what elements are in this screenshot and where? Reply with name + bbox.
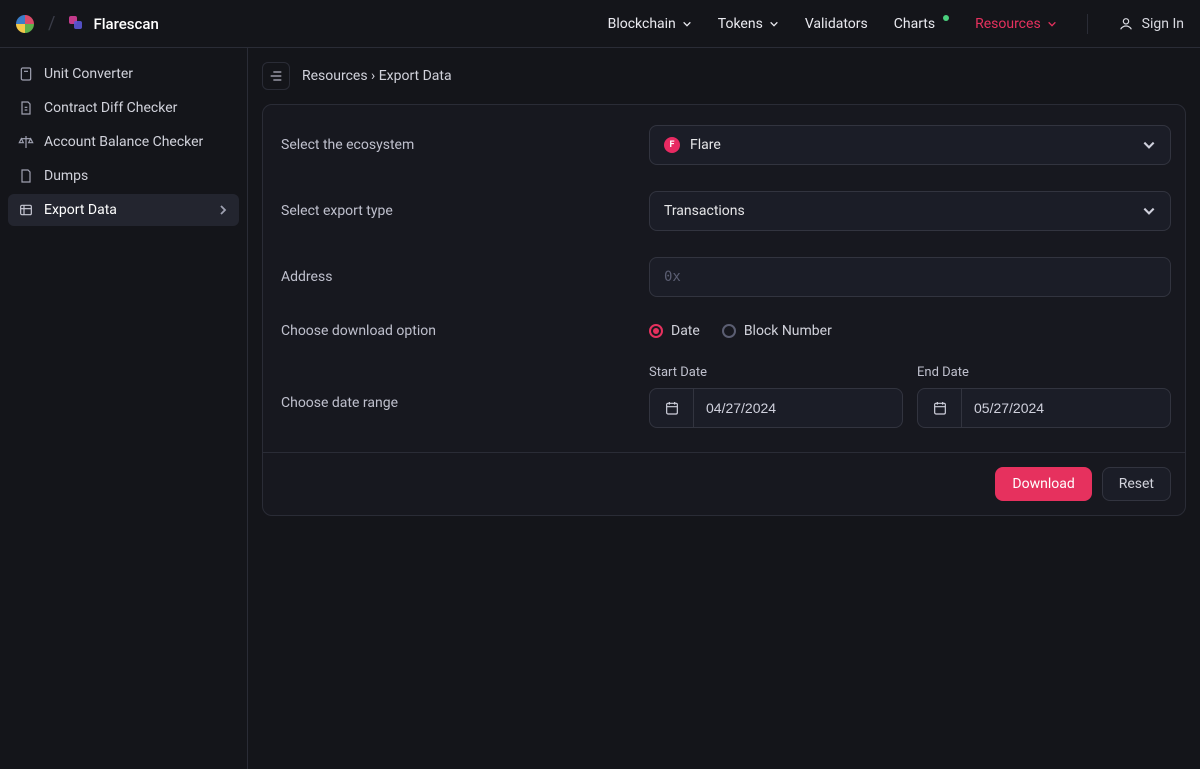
- status-dot-icon: [943, 15, 949, 21]
- brand[interactable]: Flarescan: [69, 15, 158, 33]
- sidebar-item-label: Account Balance Checker: [44, 134, 203, 150]
- ecosystem-value: Flare: [690, 137, 721, 153]
- file-icon: [18, 168, 34, 184]
- calendar-icon: [918, 389, 962, 427]
- download-button-label: Download: [1012, 476, 1074, 492]
- flarescan-icon: [69, 16, 85, 32]
- date-range-label: Choose date range: [277, 365, 649, 411]
- sidebar-item-contract-diff[interactable]: Contract Diff Checker: [8, 92, 239, 124]
- brand-name: Flarescan: [93, 15, 158, 33]
- sidebar-item-label: Contract Diff Checker: [44, 100, 177, 116]
- address-label: Address: [277, 269, 649, 285]
- end-date-input[interactable]: [917, 388, 1171, 428]
- nav-blockchain[interactable]: Blockchain: [608, 16, 692, 32]
- nav-charts-label: Charts: [894, 16, 935, 32]
- radio-icon: [649, 324, 663, 338]
- chevron-down-icon: [682, 19, 692, 29]
- breadcrumb-toggle-button[interactable]: [262, 62, 290, 90]
- start-date-label: Start Date: [649, 365, 903, 380]
- breadcrumb: Resources › Export Data: [302, 68, 452, 84]
- chevron-down-icon: [1142, 204, 1156, 218]
- slash-divider: /: [48, 13, 55, 34]
- nav-validators[interactable]: Validators: [805, 16, 868, 32]
- flare-icon: F: [664, 137, 680, 153]
- file-diff-icon: [18, 100, 34, 116]
- chevron-down-icon: [1142, 138, 1156, 152]
- radio-date-label: Date: [671, 323, 700, 339]
- user-icon: [1118, 16, 1134, 32]
- download-option-label: Choose download option: [277, 323, 649, 339]
- sidebar-item-balance-checker[interactable]: Account Balance Checker: [8, 126, 239, 158]
- nav-resources[interactable]: Resources: [975, 16, 1057, 32]
- address-input[interactable]: [649, 257, 1171, 297]
- ecosystem-label: Select the ecosystem: [277, 137, 649, 153]
- radio-block-number-label: Block Number: [744, 323, 832, 339]
- sign-in-button[interactable]: Sign In: [1118, 16, 1184, 32]
- sidebar: Unit Converter Contract Diff Checker Acc…: [0, 48, 248, 769]
- sidebar-item-label: Unit Converter: [44, 66, 133, 82]
- nav-tokens-label: Tokens: [718, 16, 763, 32]
- calendar-icon: [650, 389, 694, 427]
- nav-tokens[interactable]: Tokens: [718, 16, 779, 32]
- divider: [1087, 14, 1088, 34]
- radio-date[interactable]: Date: [649, 323, 700, 339]
- sidebar-item-label: Export Data: [44, 202, 117, 218]
- start-date-value[interactable]: [694, 389, 902, 427]
- nav-resources-label: Resources: [975, 16, 1041, 32]
- sign-in-label: Sign In: [1142, 16, 1184, 32]
- sidebar-item-dumps[interactable]: Dumps: [8, 160, 239, 192]
- export-type-label: Select export type: [277, 203, 649, 219]
- export-type-select[interactable]: Transactions: [649, 191, 1171, 231]
- sidebar-item-unit-converter[interactable]: Unit Converter: [8, 58, 239, 90]
- chevron-down-icon: [1047, 19, 1057, 29]
- chevron-right-icon: [217, 204, 229, 216]
- reset-button-label: Reset: [1119, 476, 1154, 492]
- sidebar-item-export-data[interactable]: Export Data: [8, 194, 239, 226]
- download-button[interactable]: Download: [995, 467, 1091, 501]
- export-type-value: Transactions: [664, 203, 745, 219]
- nav-charts[interactable]: Charts: [894, 16, 949, 32]
- ecosystem-select[interactable]: F Flare: [649, 125, 1171, 165]
- export-icon: [18, 202, 34, 218]
- radio-block-number[interactable]: Block Number: [722, 323, 832, 339]
- reset-button[interactable]: Reset: [1102, 467, 1171, 501]
- nav-blockchain-label: Blockchain: [608, 16, 676, 32]
- calculator-icon: [18, 66, 34, 82]
- chevron-down-icon: [769, 19, 779, 29]
- end-date-value[interactable]: [962, 389, 1170, 427]
- nav-validators-label: Validators: [805, 16, 868, 32]
- list-icon: [268, 68, 284, 84]
- export-form-panel: Select the ecosystem F Flare Select exp: [262, 104, 1186, 516]
- sidebar-item-label: Dumps: [44, 168, 88, 184]
- start-date-input[interactable]: [649, 388, 903, 428]
- radio-icon: [722, 324, 736, 338]
- scale-icon: [18, 134, 34, 150]
- network-logo-icon[interactable]: [16, 15, 34, 33]
- end-date-label: End Date: [917, 365, 1171, 380]
